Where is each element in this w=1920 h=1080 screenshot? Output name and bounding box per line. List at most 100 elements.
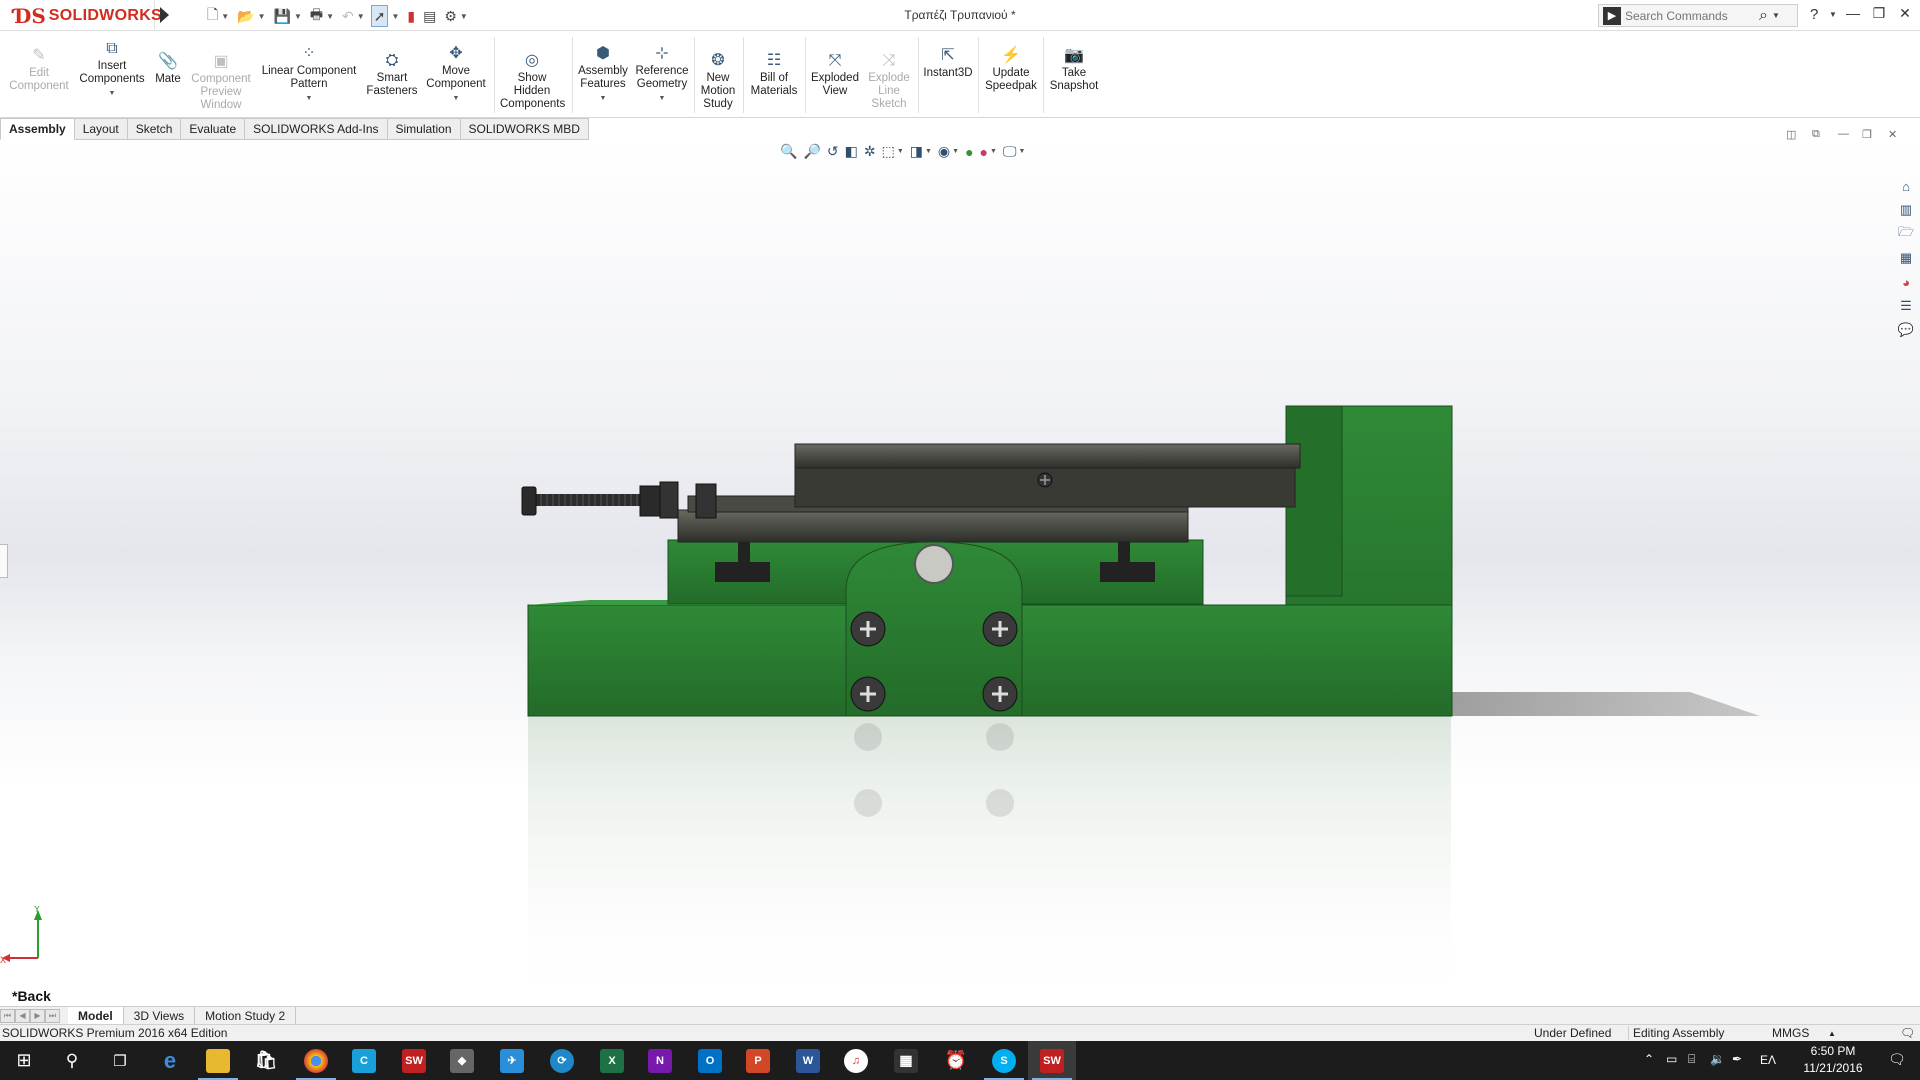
motion-study-icon: ❂	[711, 51, 725, 69]
instant3d-button[interactable]: ⇱ Instant3D	[920, 45, 976, 80]
print-button[interactable]: 🖶 ▼	[308, 5, 336, 27]
help-icon[interactable]: ?	[1810, 6, 1818, 23]
edit-component-button[interactable]: ✎ Edit Component	[4, 45, 74, 93]
exploded-view-button[interactable]: ⤧ Exploded View	[808, 50, 862, 98]
help-dropdown-icon[interactable]: ▼	[1829, 10, 1837, 19]
first-tab-icon[interactable]: ⏮	[0, 1008, 15, 1023]
select-dropdown[interactable]: ▼	[386, 5, 401, 27]
edition-text: SOLIDWORKS Premium 2016 x64 Edition	[2, 1026, 228, 1040]
task-view-button[interactable]: ❐	[96, 1041, 144, 1080]
network-icon[interactable]: ⌸	[1688, 1052, 1695, 1067]
tab-assembly[interactable]: Assembly	[0, 118, 75, 140]
taskbar-ccleaner[interactable]: C	[340, 1041, 388, 1080]
taskbar-search-button[interactable]: ⚲	[48, 1041, 96, 1080]
file-properties-button[interactable]: ▤	[421, 5, 438, 27]
viewport-minimize-icon[interactable]: —	[1838, 128, 1849, 140]
search-icon[interactable]: ⌕	[1759, 7, 1768, 25]
search-input[interactable]	[1625, 8, 1755, 23]
units-selector[interactable]: MMGS	[1772, 1026, 1809, 1040]
close-icon[interactable]: ✕	[1894, 5, 1916, 25]
action-center-icon[interactable]: 🗨	[1888, 1051, 1906, 1068]
clamp-knob-left-stem	[738, 542, 750, 564]
insert-components-button[interactable]: ⧉ Insert Components ▼	[76, 38, 148, 100]
move-component-button[interactable]: ✥ Move Component ▼	[422, 43, 490, 105]
clock-date[interactable]: 11/21/2016	[1796, 1061, 1870, 1075]
tab-motion-study-2[interactable]: Motion Study 2	[195, 1007, 297, 1024]
chevron-down-icon[interactable]: ▼	[600, 92, 607, 105]
update-speedpak-button[interactable]: ⚡ Update Speedpak	[982, 45, 1040, 93]
linear-component-pattern-button[interactable]: ⁘ Linear Component Pattern ▼	[256, 43, 362, 105]
tab-layout[interactable]: Layout	[74, 118, 128, 140]
taskbar-app-vault[interactable]: ◆	[438, 1041, 486, 1080]
taskbar-skype[interactable]: S	[980, 1041, 1028, 1080]
open-document-button[interactable]: 📂 ▼	[235, 5, 267, 27]
show-hidden-components-button[interactable]: ◎ Show Hidden Components	[498, 50, 566, 111]
taskbar-store[interactable]: 🛍	[242, 1041, 290, 1080]
taskbar-word[interactable]: W	[784, 1041, 832, 1080]
units-dropdown-icon[interactable]: ▲	[1828, 1029, 1836, 1038]
taskbar-excel[interactable]: X	[588, 1041, 636, 1080]
mate-button[interactable]: 📎 Mate	[150, 51, 186, 86]
reference-geometry-button[interactable]: ⊹ Reference Geometry ▼	[632, 43, 692, 105]
model-tabs-bar: ⏮ ◀ ▶ ⏭ Model 3D Views Motion Study 2	[0, 1006, 1920, 1024]
taskbar-app-sync[interactable]: ⟳	[538, 1041, 586, 1080]
tab-sketch[interactable]: Sketch	[127, 118, 182, 140]
solidworks-logo[interactable]: ƊS SOLIDWORKS	[0, 0, 162, 31]
taskbar-itunes[interactable]: ♫	[832, 1041, 880, 1080]
component-preview-window-button[interactable]: ▣ Component Preview Window	[188, 51, 254, 112]
taskbar-powerpoint[interactable]: P	[734, 1041, 782, 1080]
graphics-area[interactable]: 🔍 🔎 ↺ ◧ ✲ ⬚ ▼ ◨ ▼ ◉ ▼ ● ● ▼ 🖵 ▼ ◫ ⧉ — ❐ ✕ ⌂ ▥…	[0, 128, 1920, 1006]
explode-line-sketch-button[interactable]: ⤨ Explode Line Sketch	[864, 50, 914, 111]
tab-3d-views[interactable]: 3D Views	[124, 1007, 196, 1024]
taskbar-onenote[interactable]: N	[636, 1041, 684, 1080]
previous-tab-icon[interactable]: ◀	[15, 1008, 30, 1023]
assembly-features-button[interactable]: ⬢ Assembly Features ▼	[576, 43, 630, 105]
windows-start-button[interactable]: ⊞	[0, 1041, 48, 1080]
bill-of-materials-button[interactable]: ☷ Bill of Materials	[746, 50, 802, 98]
restore-icon[interactable]: ❐	[1868, 5, 1890, 25]
taskbar-solidworks-2016[interactable]: SW	[390, 1041, 438, 1080]
chevron-down-icon[interactable]: ▼	[109, 87, 116, 100]
smart-fasteners-button[interactable]: ⛭ Smart Fasteners	[364, 50, 420, 98]
take-snapshot-button[interactable]: 📷 Take Snapshot	[1046, 45, 1102, 93]
battery-icon[interactable]: ▭	[1666, 1052, 1677, 1066]
chevron-down-icon[interactable]: ▼	[306, 92, 313, 105]
options-button[interactable]: ⚙ ▼	[442, 5, 469, 27]
chevron-down-icon[interactable]: ▼	[659, 92, 666, 105]
new-motion-study-button[interactable]: ❂ New Motion Study	[696, 50, 740, 111]
tab-simulation[interactable]: Simulation	[387, 118, 461, 140]
taskbar-edge[interactable]: e	[146, 1041, 194, 1080]
next-tab-icon[interactable]: ▶	[30, 1008, 45, 1023]
search-dropdown-icon[interactable]: ▼	[1772, 11, 1780, 20]
status-bar: SOLIDWORKS Premium 2016 x64 Edition Unde…	[0, 1024, 1920, 1041]
tab-solidworks-mbd[interactable]: SOLIDWORKS MBD	[460, 118, 589, 140]
last-tab-icon[interactable]: ⏭	[45, 1008, 60, 1023]
tab-evaluate[interactable]: Evaluate	[181, 118, 246, 140]
taskbar-outlook[interactable]: O	[686, 1041, 734, 1080]
paperclip-icon: 📎	[158, 52, 178, 70]
search-commands-box[interactable]: ▶ ⌕ ▼	[1598, 4, 1798, 27]
show-hidden-icons-chevron-icon[interactable]: ⌃	[1644, 1052, 1654, 1066]
taskbar-app-bird[interactable]: ✈	[488, 1041, 536, 1080]
taskbar-alarms[interactable]: ⏰	[932, 1041, 980, 1080]
tab-model[interactable]: Model	[68, 1007, 124, 1024]
taskbar-calculator[interactable]: ▦	[882, 1041, 930, 1080]
word-icon: W	[796, 1048, 820, 1073]
chevron-down-icon[interactable]: ▼	[453, 92, 460, 105]
tab-solidworks-add-ins[interactable]: SOLIDWORKS Add-Ins	[245, 118, 388, 140]
menu-expand-icon[interactable]	[160, 7, 169, 23]
clock-time[interactable]: 6:50 PM	[1798, 1044, 1868, 1058]
minimize-icon[interactable]: —	[1842, 5, 1864, 25]
input-language-indicator[interactable]: ΕΛ	[1760, 1053, 1776, 1067]
taskbar-solidworks-active[interactable]: SW	[1028, 1041, 1076, 1080]
undo-button[interactable]: ↶ ▼	[340, 5, 367, 27]
volume-icon[interactable]: 🔉	[1710, 1052, 1725, 1066]
taskbar-file-explorer[interactable]	[194, 1041, 242, 1080]
new-document-button[interactable]: 🗋 ▼	[205, 5, 231, 27]
save-button[interactable]: 💾 ▼	[272, 5, 304, 27]
assembly-model[interactable]	[0, 140, 1920, 1006]
taskbar-chrome[interactable]	[292, 1041, 340, 1080]
rebuild-button[interactable]: ▮	[405, 5, 417, 27]
status-chat-icon[interactable]: 🗨	[1900, 1026, 1915, 1040]
pen-icon[interactable]: ✒	[1732, 1052, 1742, 1066]
